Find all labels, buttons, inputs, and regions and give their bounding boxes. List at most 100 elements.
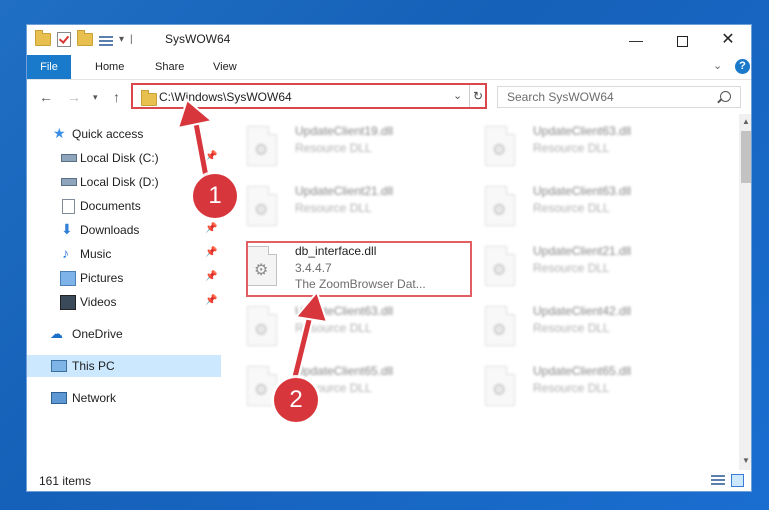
sidebar-item-network[interactable]: Network <box>27 387 221 409</box>
navigation-bar: ← → ▾ ↑ C:\Windows\SysWOW64 ⌄ ↻ Search S… <box>27 80 751 114</box>
item-count: 161 items <box>39 474 92 488</box>
pin-icon[interactable]: 📌 <box>205 295 217 306</box>
file-name: UpdateClient21.dll <box>533 244 632 258</box>
sidebar-item-label: This PC <box>72 359 115 373</box>
file-type: Resource DLL <box>533 141 610 155</box>
sidebar-item-local-disk-c[interactable]: Local Disk (C:) 📌 <box>27 147 221 169</box>
sidebar-item-label: OneDrive <box>72 327 123 341</box>
tab-file[interactable]: File <box>27 55 71 79</box>
refresh-icon[interactable]: ↻ <box>469 85 486 107</box>
close-button[interactable]: ✕ <box>705 25 751 55</box>
sidebar-item-downloads[interactable]: ⬇ Downloads 📌 <box>27 219 221 241</box>
file-name: UpdateClient65.dll <box>533 364 632 378</box>
scroll-up-icon[interactable]: ▲ <box>739 117 751 126</box>
file-tile[interactable]: UpdateClient65.dll Resource DLL <box>221 362 451 414</box>
file-name: UpdateClient63.dll <box>533 184 632 198</box>
address-path[interactable]: C:\Windows\SysWOW64 <box>159 90 292 104</box>
computer-icon <box>51 360 67 372</box>
address-bar[interactable]: C:\Windows\SysWOW64 ⌄ ↻ <box>131 83 487 109</box>
file-tile[interactable]: UpdateClient63.dll Resource DLL <box>459 182 689 234</box>
pin-icon[interactable]: 📌 <box>205 223 217 234</box>
pin-icon[interactable]: 📌 <box>205 271 217 282</box>
file-name: UpdateClient63.dll <box>295 304 394 318</box>
sidebar-item-documents[interactable]: Documents <box>27 195 221 217</box>
dll-file-icon <box>485 306 515 346</box>
sidebar-item-quick-access[interactable]: ★ Quick access <box>27 123 221 145</box>
minimize-button[interactable]: — <box>613 25 659 55</box>
file-tile[interactable]: UpdateClient21.dll Resource DLL <box>221 182 451 234</box>
scroll-down-icon[interactable]: ▼ <box>739 456 751 465</box>
pin-icon[interactable]: 📌 <box>205 151 217 162</box>
file-tile[interactable]: UpdateClient63.dll Resource DLL <box>459 122 689 174</box>
quick-access-toolbar: ▾ | <box>35 30 133 47</box>
highlight-box <box>246 241 472 297</box>
music-note-icon: ♪ <box>62 245 69 261</box>
file-tile[interactable]: UpdateClient65.dll Resource DLL <box>459 362 689 414</box>
file-type: Resource DLL <box>533 381 610 395</box>
file-type: Resource DLL <box>533 261 610 275</box>
file-name: UpdateClient19.dll <box>295 124 394 138</box>
file-type: Resource DLL <box>295 201 372 215</box>
scroll-thumb[interactable] <box>741 131 751 183</box>
search-icon[interactable] <box>720 91 731 102</box>
sidebar-item-onedrive[interactable]: ☁ OneDrive <box>27 323 221 345</box>
drive-icon <box>61 154 77 162</box>
details-view-icon[interactable] <box>711 475 725 487</box>
file-name: UpdateClient63.dll <box>533 124 632 138</box>
rename-icon[interactable] <box>99 34 113 46</box>
dll-file-icon <box>247 306 277 346</box>
film-icon <box>60 295 76 310</box>
customize-toolbar-icon[interactable]: ▾ <box>119 34 124 45</box>
file-type: Resource DLL <box>533 201 610 215</box>
network-icon <box>51 392 67 404</box>
dll-file-icon <box>485 126 515 166</box>
folder-icon <box>35 30 51 46</box>
file-tile[interactable]: UpdateClient21.dll Resource DLL <box>459 242 689 294</box>
sidebar-item-label: Pictures <box>80 271 124 285</box>
sidebar-item-local-disk-d[interactable]: Local Disk (D:) <box>27 171 221 193</box>
recent-locations-icon[interactable]: ▾ <box>93 92 98 103</box>
file-tile[interactable]: UpdateClient19.dll Resource DLL <box>221 122 451 174</box>
search-input[interactable]: Search SysWOW64 <box>497 86 741 108</box>
file-name: UpdateClient42.dll <box>533 304 632 318</box>
chevron-down-icon[interactable]: ⌄ <box>453 89 462 102</box>
dll-file-icon <box>485 246 515 286</box>
properties-check-icon[interactable] <box>57 32 71 47</box>
tab-view[interactable]: View <box>213 55 237 79</box>
file-type: Resource DLL <box>295 141 372 155</box>
pin-icon[interactable]: 📌 <box>205 247 217 258</box>
maximize-icon <box>676 35 688 47</box>
file-type: Resource DLL <box>533 321 610 335</box>
dll-file-icon <box>485 366 515 406</box>
sidebar-item-label: Downloads <box>80 223 140 237</box>
picture-icon <box>60 271 76 286</box>
star-icon: ★ <box>53 125 66 141</box>
tab-share[interactable]: Share <box>155 55 184 79</box>
sidebar-item-music[interactable]: ♪ Music 📌 <box>27 243 221 265</box>
tab-home[interactable]: Home <box>95 55 124 79</box>
sidebar-item-videos[interactable]: Videos 📌 <box>27 291 221 313</box>
maximize-button[interactable] <box>659 25 705 55</box>
sidebar-item-this-pc[interactable]: This PC <box>27 355 221 377</box>
file-tile[interactable]: UpdateClient63.dll Resource DLL <box>221 302 451 354</box>
sidebar-item-label: Quick access <box>72 127 144 141</box>
sidebar-item-pictures[interactable]: Pictures 📌 <box>27 267 221 289</box>
sidebar-item-label: Music <box>80 247 112 261</box>
new-folder-icon[interactable] <box>77 30 93 46</box>
search-placeholder: Search SysWOW64 <box>507 90 614 104</box>
expand-ribbon-icon[interactable]: ⌄ <box>713 59 722 72</box>
sidebar-item-label: Network <box>72 391 117 405</box>
large-icons-view-icon[interactable] <box>731 474 744 487</box>
file-name: UpdateClient65.dll <box>295 364 394 378</box>
dll-file-icon <box>247 186 277 226</box>
back-arrow-icon[interactable]: ← <box>39 89 53 105</box>
vertical-scrollbar[interactable]: ▲ ▼ <box>739 114 751 470</box>
forward-arrow-icon[interactable]: → <box>67 89 81 105</box>
dll-file-icon <box>247 126 277 166</box>
up-arrow-icon[interactable]: ↑ <box>113 89 120 105</box>
window-title: SysWOW64 <box>165 32 231 46</box>
sidebar-item-label: Documents <box>80 199 141 213</box>
file-tile[interactable]: UpdateClient42.dll Resource DLL <box>459 302 689 354</box>
help-icon[interactable]: ? <box>735 59 750 74</box>
dll-file-icon <box>485 186 515 226</box>
